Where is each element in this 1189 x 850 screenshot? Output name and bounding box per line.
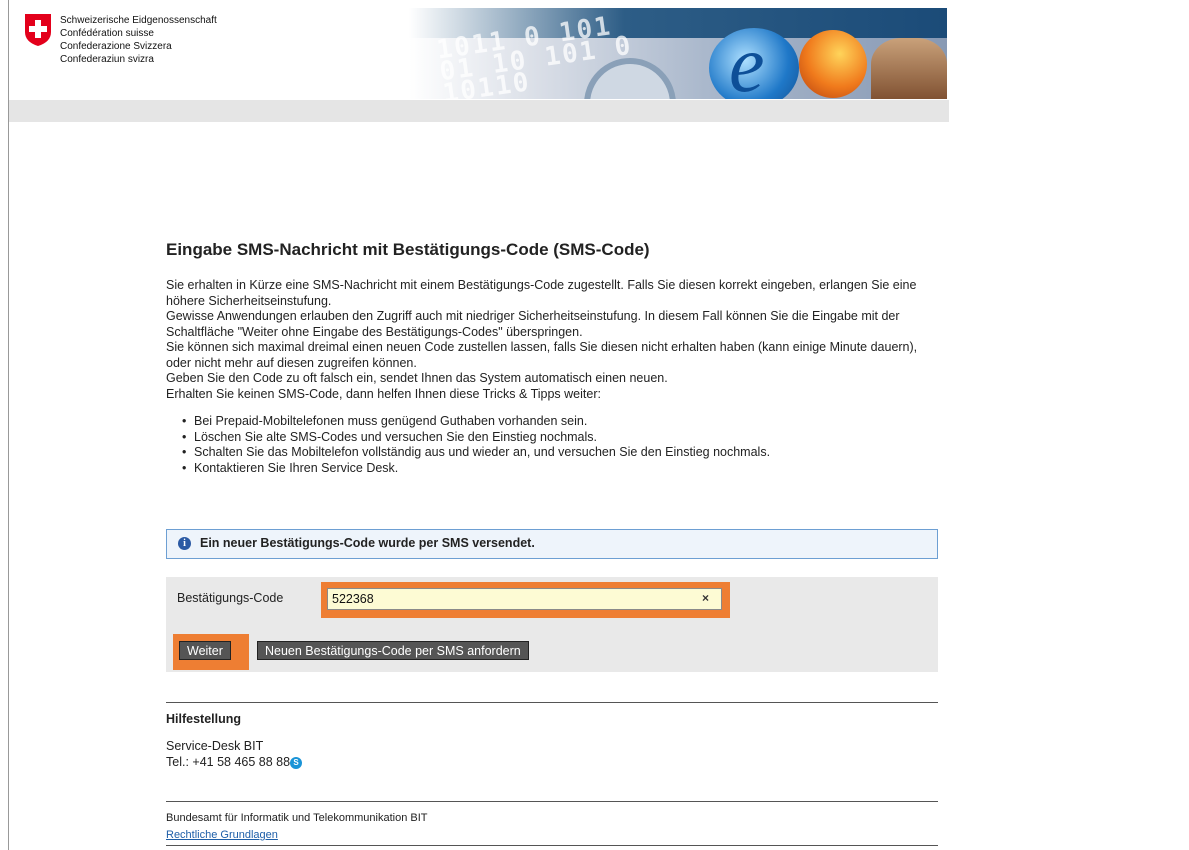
code-input-highlight: ×	[321, 582, 730, 618]
code-form: Bestätigungs-Code × Weiter Neuen Bestäti…	[166, 577, 938, 672]
government-name: Schweizerische Eidgenossenschaft Confédé…	[60, 14, 217, 66]
skype-call-icon[interactable]: S	[290, 757, 303, 769]
legal-link[interactable]: Rechtliche Grundlagen	[166, 829, 278, 841]
footer-org: Bundesamt für Informatik und Telekommuni…	[166, 812, 428, 824]
footer: Bundesamt für Informatik und Telekommuni…	[166, 810, 427, 844]
divider	[166, 801, 938, 802]
intro-text: Sie erhalten in Kürze eine SMS-Nachricht…	[166, 278, 938, 402]
intro-paragraph: Gewisse Anwendungen erlauben den Zugriff…	[166, 309, 900, 339]
firefox-icon	[799, 30, 867, 98]
help-contact: Service-Desk BIT Tel.: +41 58 465 88 88 S	[166, 738, 303, 770]
code-input[interactable]	[327, 588, 722, 610]
service-desk-people-photo	[871, 38, 947, 99]
swiss-cross-logo-icon	[25, 14, 51, 46]
tip-item: Schalten Sie das Mobiltelefon vollständi…	[194, 445, 938, 461]
clear-icon[interactable]: ×	[702, 591, 709, 605]
tip-item: Löschen Sie alte SMS-Codes und versuchen…	[194, 430, 938, 446]
gov-line-de: Schweizerische Eidgenossenschaft	[60, 15, 217, 26]
gov-line-it: Confederazione Svizzera	[60, 41, 172, 52]
info-message: Ein neuer Bestätigungs-Code wurde per SM…	[200, 536, 535, 550]
browser-e-icon: e	[709, 21, 799, 99]
weiter-button[interactable]: Weiter	[179, 641, 231, 660]
code-label: Bestätigungs-Code	[177, 591, 284, 605]
intro-paragraph: Geben Sie den Code zu oft falsch ein, se…	[166, 371, 668, 385]
header: Schweizerische Eidgenossenschaft Confédé…	[9, 0, 949, 100]
intro-paragraph: Sie können sich maximal dreimal einen ne…	[166, 340, 918, 370]
divider	[166, 702, 938, 703]
tip-item: Bei Prepaid-Mobiltelefonen muss genügend…	[194, 414, 938, 430]
info-icon: i	[178, 537, 191, 550]
intro-paragraph: Sie erhalten in Kürze eine SMS-Nachricht…	[166, 278, 917, 308]
sms-sent-info-box: i Ein neuer Bestätigungs-Code wurde per …	[166, 529, 938, 559]
header-grey-bar	[9, 100, 949, 122]
page-title: Eingabe SMS-Nachricht mit Bestätigungs-C…	[166, 240, 650, 259]
tips-list: Bei Prepaid-Mobiltelefonen muss genügend…	[166, 414, 938, 476]
main-content: Eingabe SMS-Nachricht mit Bestätigungs-C…	[166, 238, 938, 476]
intro-paragraph: Erhalten Sie keinen SMS-Code, dann helfe…	[166, 386, 601, 401]
phone-number: Tel.: +41 58 465 88 88	[166, 755, 291, 769]
gov-line-rm: Confederaziun svizra	[60, 54, 154, 65]
tip-item: Kontaktieren Sie Ihren Service Desk.	[194, 461, 938, 477]
resend-code-button[interactable]: Neuen Bestätigungs-Code per SMS anforder…	[257, 641, 529, 660]
phone-line: Tel.: +41 58 465 88 88 S	[166, 754, 303, 770]
help-title: Hilfestellung	[166, 712, 242, 726]
divider	[166, 845, 938, 846]
gov-line-fr: Confédération suisse	[60, 28, 154, 39]
header-banner-image: 1011 0 101 01 10 101 0 10110 e	[409, 8, 947, 99]
service-desk-name: Service-Desk BIT	[166, 739, 264, 753]
